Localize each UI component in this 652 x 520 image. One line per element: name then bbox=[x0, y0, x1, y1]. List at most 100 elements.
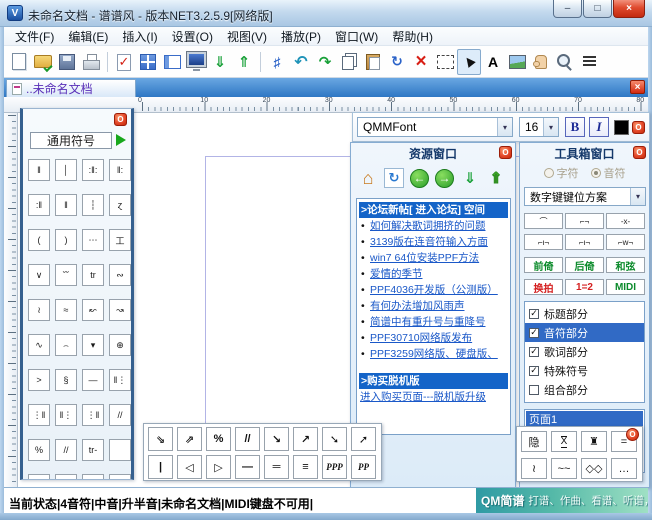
marquee-select-icon[interactable] bbox=[433, 49, 457, 75]
panel-close-button[interactable]: O bbox=[626, 428, 639, 441]
refresh-icon[interactable]: ↻ bbox=[385, 49, 409, 75]
slide-up-button[interactable]: ↗ bbox=[293, 427, 318, 451]
symbol-cell[interactable]: ˘˘ bbox=[55, 264, 77, 286]
font-size-select[interactable]: 16 ▾ bbox=[519, 117, 559, 137]
transpose-sharp-icon[interactable]: ♯ bbox=[265, 49, 289, 75]
checkbox-icon[interactable] bbox=[529, 385, 539, 395]
panel-close-button[interactable]: O bbox=[114, 113, 127, 126]
resource-link[interactable]: PPF4036开发版（公测版） bbox=[359, 282, 508, 298]
symbol-cell[interactable]: ɀ bbox=[109, 194, 131, 216]
resource-link[interactable]: 进入购买页面---脱机版升级 bbox=[359, 389, 508, 405]
symbol-cell[interactable] bbox=[55, 474, 77, 480]
maximize-button[interactable]: □ bbox=[583, 0, 612, 18]
symbol-cell[interactable] bbox=[109, 474, 131, 480]
resource-link[interactable]: >购买脱机版 bbox=[359, 373, 508, 389]
resource-link[interactable]: >论坛新帖[ 进入论坛] 空间 bbox=[359, 202, 508, 218]
grace-front-button[interactable]: 前倚 bbox=[524, 257, 563, 273]
symbol-cell[interactable] bbox=[82, 474, 104, 480]
layer-checkbox-row[interactable]: 歌词部分 bbox=[525, 342, 644, 361]
symbol-cell[interactable]: 工 bbox=[109, 229, 131, 251]
panel-close-button[interactable]: O bbox=[632, 121, 645, 134]
minimize-button[interactable]: – bbox=[553, 0, 582, 18]
symbol-cell[interactable]: ⌢ bbox=[55, 334, 77, 356]
resource-link[interactable]: 爱情的季节 bbox=[359, 266, 508, 282]
checkbox-icon[interactable] bbox=[529, 347, 539, 357]
font-family-select[interactable]: QMMFont ▾ bbox=[357, 117, 513, 137]
hand-tool-icon[interactable] bbox=[529, 49, 553, 75]
symbol-cell[interactable]: ┆ bbox=[82, 194, 104, 216]
symbol-cell[interactable]: ∾ bbox=[109, 264, 131, 286]
dots-button[interactable]: … bbox=[611, 458, 637, 479]
resource-link[interactable]: 简谱中有重升号与重降号 bbox=[359, 314, 508, 330]
chevron-down-icon[interactable]: ▾ bbox=[630, 188, 645, 205]
symbol-cell[interactable]: │ bbox=[55, 159, 77, 181]
chord-button[interactable]: 和弦 bbox=[606, 257, 645, 273]
symbol-cell[interactable]: :‖ bbox=[28, 194, 50, 216]
symbol-cell[interactable]: // bbox=[109, 404, 131, 426]
tremolo-button[interactable]: // bbox=[235, 427, 260, 451]
barline-button[interactable]: | bbox=[148, 455, 173, 479]
chevron-down-icon[interactable]: ▾ bbox=[543, 118, 558, 136]
symbol-cell[interactable]: tr bbox=[82, 264, 104, 286]
symbol-cell[interactable]: // bbox=[55, 439, 77, 461]
home-icon[interactable]: ⌂ bbox=[358, 168, 378, 188]
single-line-button[interactable]: — bbox=[235, 455, 260, 479]
symbol-cell[interactable]: ‖⋮ bbox=[109, 369, 131, 391]
close-document-button[interactable]: × bbox=[630, 80, 645, 94]
resource-link[interactable]: 3139版在连音符输入方面 bbox=[359, 234, 508, 250]
redo-icon[interactable]: ↷ bbox=[313, 49, 337, 75]
delete-icon[interactable]: × bbox=[409, 49, 433, 75]
menu-item[interactable]: 帮助(H) bbox=[385, 27, 440, 46]
bracket-button[interactable]: ⌐¬ bbox=[565, 213, 604, 229]
symbol-cell[interactable] bbox=[28, 474, 50, 480]
text-tool-icon[interactable]: A bbox=[481, 49, 505, 75]
double-line-button[interactable]: ═ bbox=[264, 455, 289, 479]
pp-button[interactable]: PP bbox=[351, 455, 376, 479]
symbol-cell[interactable]: ≀ bbox=[28, 299, 50, 321]
symbol-cell[interactable]: ‖: bbox=[109, 159, 131, 181]
resource-link[interactable]: win7 64位安装PPF方法 bbox=[359, 250, 508, 266]
separator[interactable] bbox=[103, 49, 112, 75]
wavy-vertical-button[interactable]: ≀ bbox=[521, 458, 547, 479]
symbol-cell[interactable]: § bbox=[55, 369, 77, 391]
checkbox-icon[interactable] bbox=[529, 328, 539, 338]
curve-up-button[interactable]: ➚ bbox=[351, 427, 376, 451]
palette-next-icon[interactable] bbox=[116, 134, 126, 146]
back-icon[interactable]: ← bbox=[410, 169, 429, 188]
stamp-button[interactable]: ♜ bbox=[581, 431, 607, 452]
symbol-cell[interactable]: ↜ bbox=[82, 299, 104, 321]
radio-character[interactable]: 字符 bbox=[544, 165, 579, 181]
grid-view-icon[interactable] bbox=[136, 49, 160, 75]
gliss-down-button[interactable]: ⇘ bbox=[148, 427, 173, 451]
x-bar-button[interactable]: X bbox=[551, 431, 577, 452]
menu-item[interactable]: 设置(O) bbox=[165, 27, 220, 46]
page-list-item[interactable]: 页面1 bbox=[526, 411, 643, 426]
repeat-measure-button[interactable]: % bbox=[206, 427, 231, 451]
hide-button[interactable]: 隐 bbox=[521, 431, 547, 452]
panel-close-button[interactable]: O bbox=[499, 146, 512, 159]
radio-note[interactable]: 音符 bbox=[591, 165, 626, 181]
export-icon[interactable]: ⇑ bbox=[232, 49, 256, 75]
resource-link[interactable]: 如何解决歌词拥挤的问题 bbox=[359, 218, 508, 234]
italic-button[interactable]: I bbox=[589, 117, 609, 137]
grace-back-button[interactable]: 后倚 bbox=[565, 257, 604, 273]
close-button[interactable]: × bbox=[613, 0, 645, 18]
crescendo-button[interactable]: ◁ bbox=[177, 455, 202, 479]
tie-x-button[interactable]: -x- bbox=[606, 213, 645, 229]
diamond-bracket-button[interactable]: ◇◇ bbox=[581, 458, 607, 479]
slide-down-button[interactable]: ↘ bbox=[264, 427, 289, 451]
open-folder-icon[interactable] bbox=[31, 49, 55, 75]
one-equals-two-button[interactable]: 1=2 bbox=[565, 279, 604, 295]
symbol-cell[interactable]: ▾ bbox=[82, 334, 104, 356]
curve-down-button[interactable]: ➘ bbox=[322, 427, 347, 451]
symbol-cell[interactable]: ( bbox=[28, 229, 50, 251]
wavy-bracket-button[interactable]: ⌐w¬ bbox=[606, 234, 645, 250]
undo-icon[interactable]: ↶ bbox=[289, 49, 313, 75]
image-tool-icon[interactable] bbox=[505, 49, 529, 75]
paste-icon[interactable] bbox=[361, 49, 385, 75]
new-document-icon[interactable] bbox=[7, 49, 31, 75]
decrescendo-button[interactable]: ▷ bbox=[206, 455, 231, 479]
symbol-cell[interactable]: tr- bbox=[82, 439, 104, 461]
pointer-tool-icon[interactable]: ▶ bbox=[457, 49, 481, 75]
symbol-cell[interactable] bbox=[109, 439, 131, 461]
